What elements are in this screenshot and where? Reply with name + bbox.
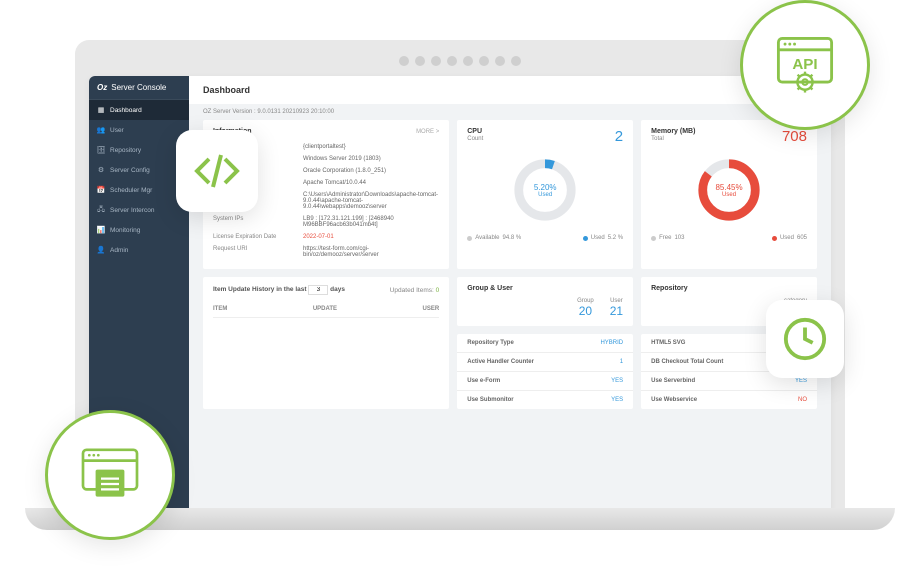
admin-icon: 👤 (97, 246, 105, 254)
brand-logo: Oz (97, 83, 107, 92)
memory-total: 708 (782, 128, 807, 145)
code-icon (193, 147, 241, 195)
clock-icon (782, 316, 828, 362)
dashboard-icon: ▦ (97, 106, 105, 114)
svg-text:API: API (792, 56, 817, 73)
page-title: Dashboard (189, 76, 831, 104)
config-icon: ⚙ (97, 166, 105, 174)
group-user-panel: Group & User Group20 User21 (457, 277, 633, 326)
history-table-header: ITEM UPDATE USER (213, 301, 439, 318)
api-icon-badge: API (740, 0, 870, 130)
memory-panel: Memory (MB)Total 708 85.45%Used Free 103… (641, 120, 817, 269)
api-window-icon: API (767, 27, 843, 103)
sidebar-item-server-config[interactable]: ⚙Server Config (89, 160, 189, 180)
history-days-input[interactable] (308, 285, 328, 295)
code-icon-card (176, 130, 258, 212)
intercon-icon: 🖧 (97, 206, 105, 214)
monitoring-icon: 📊 (97, 226, 105, 234)
camera-dots (89, 50, 831, 76)
cpu-panel: CPUCount 2 5.20%Used Available 94.8 % Us… (457, 120, 633, 269)
sidebar-item-user[interactable]: 👥User (89, 120, 189, 140)
sidebar-item-scheduler[interactable]: 📅Scheduler Mgr (89, 180, 189, 200)
history-panel: Item Update History in the last days Upd… (203, 277, 449, 409)
cpu-count: 2 (615, 128, 623, 145)
user-icon: 👥 (97, 126, 105, 134)
brand-name: Server Console (111, 83, 166, 92)
sidebar-item-admin[interactable]: 👤Admin (89, 240, 189, 260)
scheduler-icon: 📅 (97, 186, 105, 194)
info-more-link[interactable]: MORE > (416, 129, 439, 135)
laptop-frame: Oz Server Console ▦Dashboard 👥User 🗄Repo… (75, 40, 845, 515)
sidebar-item-intercon[interactable]: 🖧Server Intercon (89, 200, 189, 220)
memory-donut-chart: 85.45%Used (694, 155, 764, 225)
sidebar-item-monitoring[interactable]: 📊Monitoring (89, 220, 189, 240)
brand: Oz Server Console (89, 76, 189, 100)
repository-icon: 🗄 (97, 146, 105, 154)
main-content: Dashboard OZ Server Version : 9.0.0131 2… (189, 76, 831, 516)
sidebar-item-dashboard[interactable]: ▦Dashboard (89, 100, 189, 120)
console-icon-badge (45, 410, 175, 540)
clock-icon-card (766, 300, 844, 378)
sidebar-item-repository[interactable]: 🗄Repository (89, 140, 189, 160)
cpu-donut-chart: 5.20%Used (510, 155, 580, 225)
console-window-icon (74, 439, 146, 511)
version-bar: OZ Server Version : 9.0.0131 20210923 20… (189, 104, 831, 120)
